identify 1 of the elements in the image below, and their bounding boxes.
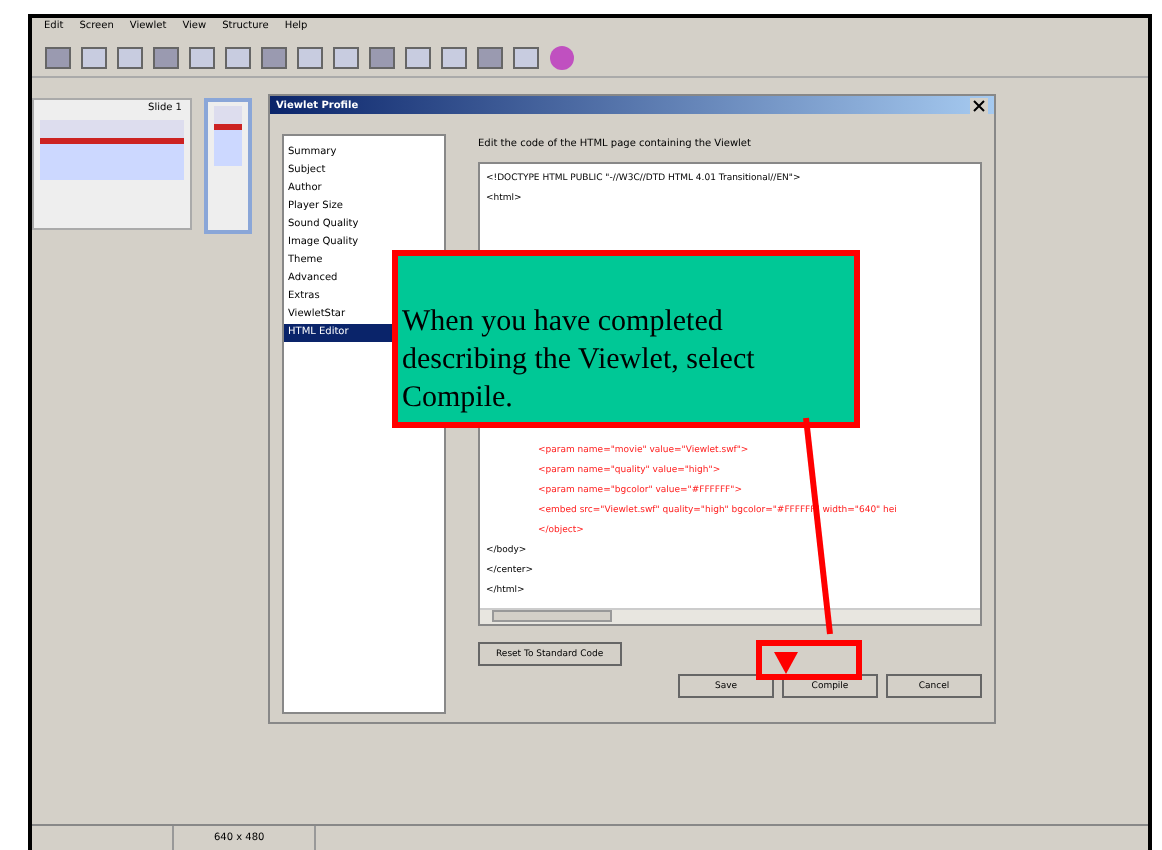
callout-tooltip: When you have completed describing the Viewlet, select Compile. <box>392 250 860 428</box>
